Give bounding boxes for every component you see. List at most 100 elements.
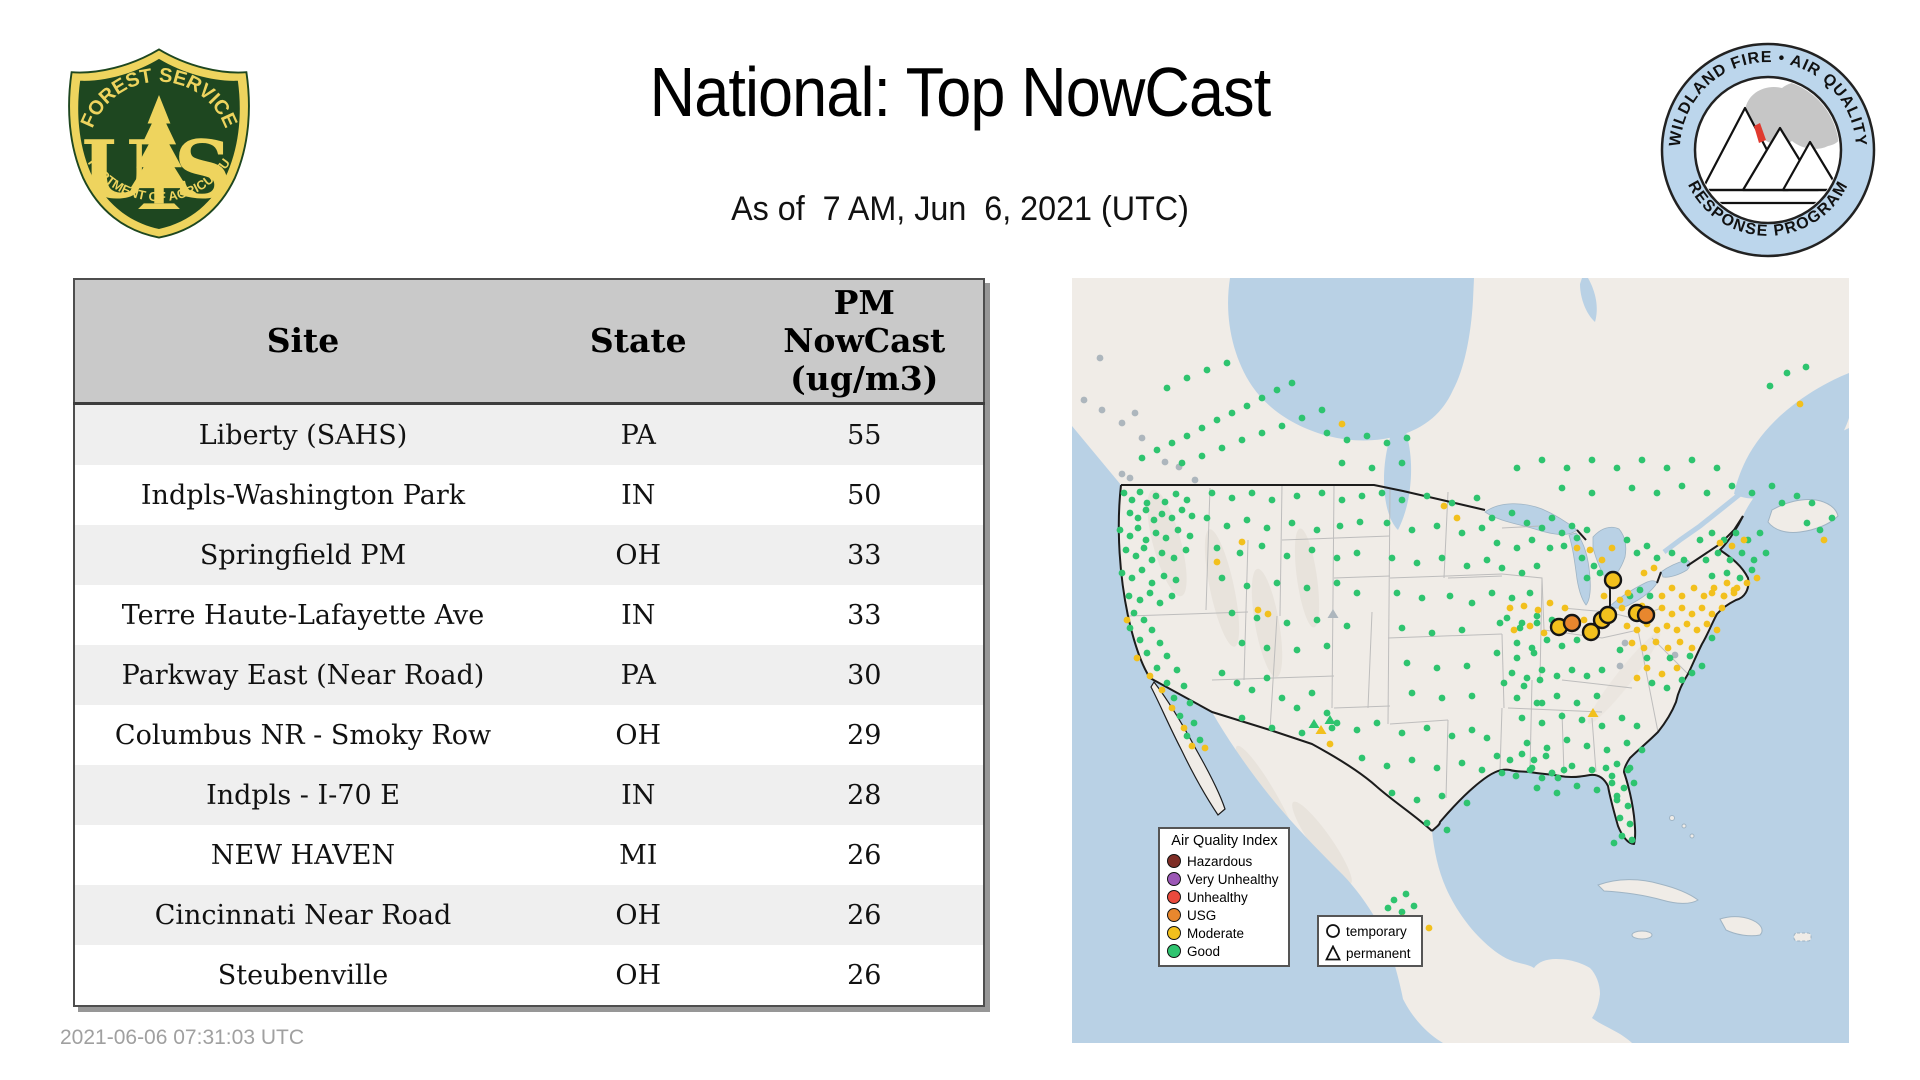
monitor-dot-good [1278, 422, 1286, 430]
monitor-dot-good [1578, 716, 1586, 724]
monitor-dot-good [1196, 736, 1204, 744]
monitor-dot-moderate [1643, 664, 1651, 672]
monitor-dot-good [1506, 756, 1514, 764]
monitor-dot-good [1128, 574, 1136, 582]
monitor-dot-moderate [1658, 604, 1666, 612]
pm-nowcast-cell: 33 [847, 539, 882, 571]
monitor-dot-good [1398, 624, 1406, 632]
monitor-dot-good [1408, 756, 1416, 764]
monitor-dot-good [1263, 674, 1271, 682]
monitor-dot-good [1410, 902, 1418, 910]
monitor-dot-moderate [1586, 546, 1594, 554]
monitor-dot-moderate [1740, 536, 1748, 544]
pm-nowcast-cell: 26 [847, 839, 882, 871]
monitor-dot-moderate [1640, 569, 1648, 577]
site-cell: Parkway East (Near Road) [121, 659, 485, 691]
us-air-quality-map: Air Quality Index Hazardous Very Unhealth… [1072, 278, 1849, 1043]
page: FOREST SERVICE U S DEPARTMENT OF AGRICUL… [0, 0, 1920, 1080]
marker-type-item: permanent [1325, 942, 1417, 964]
pm-nowcast-cell: 26 [847, 899, 882, 931]
monitor-dot-good [1703, 489, 1711, 497]
monitor-dot-good [1668, 549, 1676, 557]
monitor-dot-good [1633, 549, 1641, 557]
monitor-dot-good [1768, 482, 1776, 490]
monitor-dot-good [1338, 496, 1346, 504]
monitor-dot-moderate [1753, 574, 1761, 582]
monitor-dot-good [1122, 546, 1130, 554]
site-cell: Terre Haute-Lafayette Ave [121, 599, 485, 631]
monitor-dot-good [1518, 750, 1526, 758]
monitor-dot-moderate [1820, 536, 1828, 544]
pm-nowcast-cell: 26 [847, 959, 882, 991]
monitor-dot-moderate [1440, 502, 1448, 510]
permanent-triangle-icon [1325, 945, 1341, 961]
table-header: Site State PM NowCast (ug/m3) [74, 279, 984, 405]
monitor-dot-good [1543, 636, 1551, 644]
monitor-dot-good [1130, 609, 1138, 617]
monitor-dot-good [1353, 549, 1361, 557]
monitor-dot-good [1174, 526, 1182, 534]
monitor-dot-good [1568, 762, 1576, 770]
monitor-dot-moderate [1264, 610, 1272, 618]
monitor-dot-good [1402, 890, 1410, 898]
monitor-dot-good [1463, 662, 1471, 670]
monitor-dot-good [1333, 579, 1341, 587]
monitor-dot-good [1493, 752, 1501, 760]
monitor-dot-good [1500, 679, 1508, 687]
aqi-legend-item: USG [1167, 906, 1282, 924]
table-row: NEW HAVEN MI 26 [74, 825, 984, 885]
monitor-dot-good [1602, 764, 1610, 772]
monitor-dot-good [1568, 522, 1576, 530]
top-site-marker-usg [1562, 613, 1582, 633]
aqi-legend-label: USG [1187, 907, 1217, 923]
monitor-dot-moderate [1633, 626, 1641, 634]
monitor-dot-good [1548, 514, 1556, 522]
monitor-dot-moderate [1598, 556, 1606, 564]
monitor-dot-good [1438, 792, 1446, 800]
monitor-dot-moderate [1703, 620, 1711, 628]
monitor-dot-good [1162, 534, 1170, 542]
monitor-dot-good [1630, 779, 1638, 787]
monitor-dot-good [1708, 529, 1716, 537]
monitor-dot-moderate [1453, 514, 1461, 522]
table-row: Steubenville OH 26 [74, 945, 984, 1006]
monitor-dot-good [1293, 704, 1301, 712]
monitor-dot-moderate [1708, 589, 1716, 597]
monitor-dot-good [1338, 459, 1346, 467]
monitor-dot-good [1618, 714, 1626, 722]
monitor-dot-good [1646, 592, 1654, 600]
monitor-dot-good [1353, 589, 1361, 597]
aqi-legend-item: Moderate [1167, 924, 1282, 942]
monitor-dot-good [1163, 652, 1171, 660]
monitor-dot-good [1518, 619, 1526, 627]
monitor-dot-good [1323, 642, 1331, 650]
monitor-dot-good [1228, 409, 1236, 417]
monitor-dot-good [1538, 524, 1546, 532]
monitor-dot-good [1126, 509, 1134, 517]
monitor-dot-good [1132, 552, 1140, 560]
monitor-dot-good [1298, 729, 1306, 737]
monitor-dot-good [1176, 712, 1184, 720]
monitor-dot-good [1336, 522, 1344, 530]
monitor-dot-good [1218, 444, 1226, 452]
monitor-dot-good [1186, 699, 1194, 707]
monitor-dot-good [1553, 789, 1561, 797]
monitor-dot-gray [1131, 409, 1139, 417]
monitor-dot-good [1554, 774, 1562, 782]
monitor-dot-moderate [1534, 606, 1542, 614]
monitor-dot-moderate [1254, 606, 1262, 614]
monitor-dot-good [1508, 509, 1516, 517]
monitor-dot-good [1802, 363, 1810, 371]
temporary-circle-icon [1326, 924, 1340, 938]
monitor-dot-moderate [1546, 599, 1554, 607]
monitor-dot-moderate [1600, 592, 1608, 600]
marker-type-legend: temporary permanent [1317, 915, 1423, 967]
monitor-dot-good [1243, 582, 1251, 590]
monitor-dot-good [1198, 452, 1206, 460]
monitor-dot-good [1293, 492, 1301, 500]
monitor-dot-moderate [1628, 639, 1636, 647]
monitor-dot-moderate [1716, 539, 1724, 547]
state-cell: IN [621, 479, 656, 511]
monitor-dot-gray [1118, 470, 1126, 478]
aqi-legend: Air Quality Index Hazardous Very Unhealth… [1158, 827, 1290, 967]
